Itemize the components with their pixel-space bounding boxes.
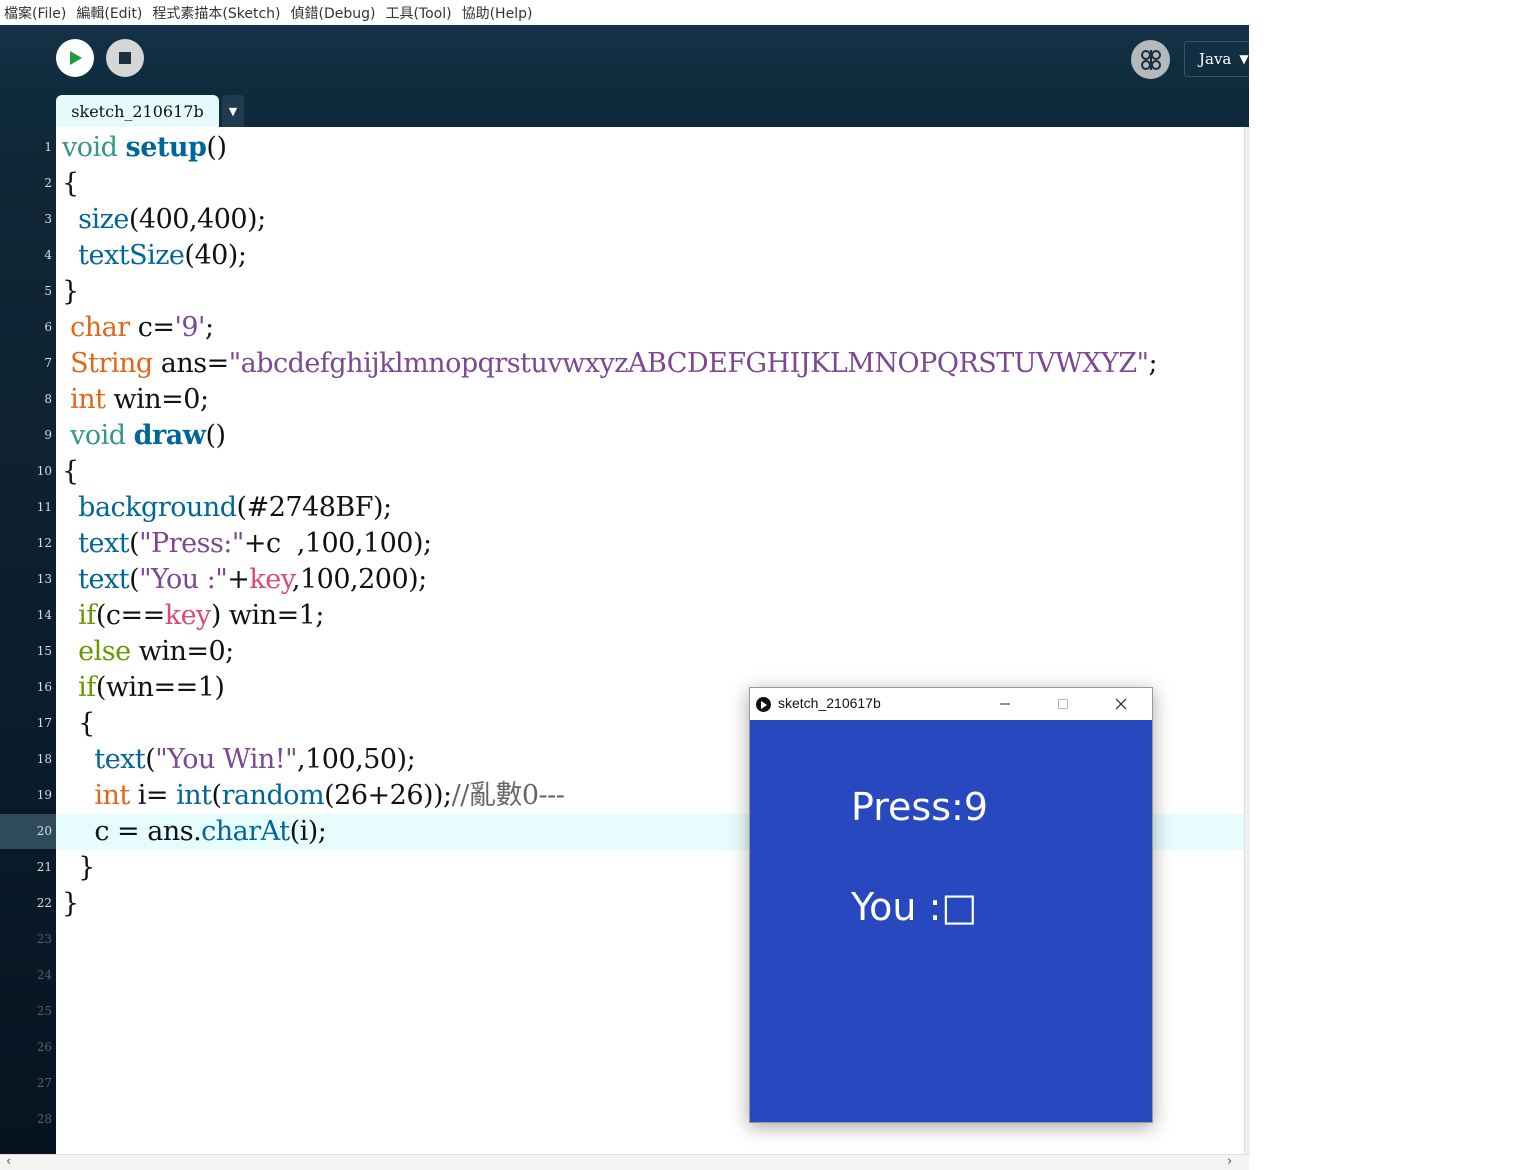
code-line: text("Press:"+c ,100,100); xyxy=(78,528,432,559)
code-line: background(#2748BF); xyxy=(78,492,392,523)
code-line: { xyxy=(62,708,95,739)
code-line: text("You :"+key,100,200); xyxy=(78,564,427,595)
maximize-button[interactable] xyxy=(1034,688,1092,720)
code-line: else win=0; xyxy=(78,636,234,667)
code-line: void setup() xyxy=(62,132,227,163)
line-number: 6 xyxy=(44,320,52,334)
code-line: { xyxy=(62,168,79,199)
tab-bar: sketch_210617b ▼ xyxy=(0,93,1249,127)
press-text: Press:9 xyxy=(851,785,988,829)
code-line: size(400,400); xyxy=(78,204,266,235)
vertical-scrollbar[interactable] xyxy=(1244,127,1250,1154)
line-number: 28 xyxy=(36,1112,52,1126)
line-number: 15 xyxy=(36,644,52,658)
line-number: 27 xyxy=(36,1076,52,1090)
line-number: 18 xyxy=(36,752,52,766)
code-line: int i= int(random(26+26));//亂數0--- xyxy=(94,780,565,811)
tab-menu-button[interactable]: ▼ xyxy=(222,95,244,127)
maximize-icon xyxy=(1058,699,1068,709)
butterfly-icon xyxy=(1140,49,1161,70)
sketch-canvas[interactable]: Press:9 You :□ xyxy=(750,720,1152,1122)
menu-sketch[interactable]: 程式素描本(Sketch) xyxy=(147,3,285,23)
line-number: 23 xyxy=(36,932,52,946)
line-number: 10 xyxy=(36,464,52,478)
code-line: String ans="abcdefghijklmnopqrstuvwxyzAB… xyxy=(70,348,1158,379)
close-button[interactable] xyxy=(1092,688,1150,720)
line-number: 24 xyxy=(36,968,52,982)
menu-tool[interactable]: 工具(Tool) xyxy=(380,3,456,23)
run-button[interactable] xyxy=(56,39,94,77)
close-icon xyxy=(1115,698,1127,710)
you-text: You :□ xyxy=(851,885,978,929)
minimize-button[interactable] xyxy=(976,688,1034,720)
code-line: void draw() xyxy=(70,420,226,451)
line-number: 2 xyxy=(44,176,52,190)
line-number: 9 xyxy=(44,428,52,442)
line-number: 22 xyxy=(36,896,52,910)
stop-button[interactable] xyxy=(106,39,144,77)
processing-app-icon xyxy=(756,697,771,712)
code-line: int win=0; xyxy=(70,384,209,415)
code-line: if(win==1) xyxy=(78,672,225,703)
menu-edit[interactable]: 編輯(Edit) xyxy=(71,3,147,23)
horizontal-scrollbar[interactable]: ‹ › xyxy=(0,1154,1249,1170)
menu-debug[interactable]: 偵錯(Debug) xyxy=(286,3,381,23)
sketch-window[interactable]: sketch_210617b Press:9 You :□ xyxy=(749,687,1153,1123)
caret-down-icon: ▼ xyxy=(1239,52,1249,66)
scroll-left-icon[interactable]: ‹ xyxy=(6,1154,11,1169)
line-number: 13 xyxy=(36,572,52,586)
line-number: 16 xyxy=(36,680,52,694)
caret-down-icon: ▼ xyxy=(228,104,238,118)
line-number: 8 xyxy=(44,392,52,406)
code-line: char c='9'; xyxy=(70,312,214,343)
code-line: } xyxy=(62,852,95,883)
line-number-gutter: 1 2 3 4 5 6 7 8 9 10 11 12 13 14 15 16 17 18 19 20 21 22 23 24 2… xyxy=(0,127,56,1154)
menu-bar: 檔案(File) 編輯(Edit) 程式素描本(Sketch) 偵錯(Debug… xyxy=(0,0,1249,26)
line-number: 7 xyxy=(44,356,52,370)
code-line: } xyxy=(62,276,79,307)
minimize-icon xyxy=(1000,703,1010,705)
code-line: if(c==key) win=1; xyxy=(78,600,324,631)
line-number: 17 xyxy=(36,716,52,730)
menu-file[interactable]: 檔案(File) xyxy=(0,3,71,23)
line-number: 14 xyxy=(36,608,52,622)
line-number: 4 xyxy=(44,248,52,262)
line-number: 19 xyxy=(36,788,52,802)
code-line: textSize(40); xyxy=(78,240,247,271)
sketch-titlebar[interactable]: sketch_210617b xyxy=(750,688,1152,720)
sketch-window-title: sketch_210617b xyxy=(778,695,881,711)
mode-label: Java xyxy=(1199,50,1232,68)
tab-sketch[interactable]: sketch_210617b xyxy=(56,95,219,127)
code-line: text("You Win!",100,50); xyxy=(94,744,416,775)
mode-select[interactable]: Java ▼ xyxy=(1184,41,1249,77)
line-number: 26 xyxy=(36,1040,52,1054)
line-number: 1 xyxy=(44,140,52,154)
line-number: 5 xyxy=(44,284,52,298)
code-line: c = ans.charAt(i); xyxy=(62,816,327,847)
line-number: 11 xyxy=(36,500,52,514)
line-number: 12 xyxy=(36,536,52,550)
line-number: 3 xyxy=(44,212,52,226)
menu-help[interactable]: 協助(Help) xyxy=(457,3,538,23)
code-line: } xyxy=(62,888,79,919)
line-number: 21 xyxy=(36,860,52,874)
toolbar: Java ▼ xyxy=(0,25,1249,93)
play-icon xyxy=(70,51,82,65)
scroll-right-icon[interactable]: › xyxy=(1227,1154,1232,1169)
line-number: 20 xyxy=(36,824,52,838)
line-number: 25 xyxy=(36,1004,52,1018)
debug-button[interactable] xyxy=(1131,40,1170,79)
stop-icon xyxy=(119,52,131,64)
code-line: { xyxy=(62,456,79,487)
